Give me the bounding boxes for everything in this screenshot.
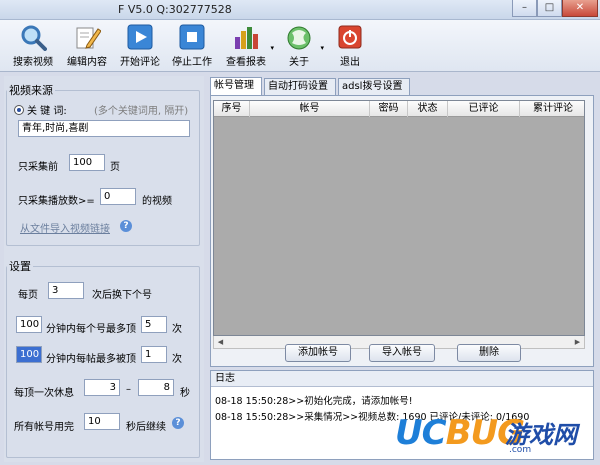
post-limit-unit: 次 [172, 354, 182, 365]
delete-button[interactable]: 删除 [457, 344, 521, 362]
magnifier-icon [19, 23, 47, 51]
tab-adsl-settings[interactable]: adsl拨号设置 [338, 78, 410, 96]
per-page-input[interactable]: 3 [48, 282, 84, 299]
watermark-logo: UCBUG 游戏网 .com [395, 405, 595, 460]
post-minutes-input[interactable]: 100 [16, 346, 42, 363]
col-index[interactable]: 序号 [214, 101, 250, 117]
rest-label: 每顶一次休息 [14, 388, 74, 399]
col-total-comments[interactable]: 累计评论 [520, 101, 586, 117]
post-limit-input[interactable]: 1 [141, 346, 167, 363]
radio-indicator[interactable] [14, 105, 24, 115]
account-limit-unit: 次 [172, 324, 182, 335]
account-minutes-input[interactable]: 100 [16, 316, 42, 333]
collect-pages-input[interactable]: 100 [69, 154, 105, 171]
scroll-left-icon[interactable]: ◀ [215, 337, 226, 348]
about-globe-icon [285, 23, 313, 51]
min-views-unit: 的视频 [142, 196, 172, 207]
account-table[interactable]: 序号 帐号 密码 状态 已评论 累计评论 [213, 100, 585, 336]
stop-icon [178, 23, 206, 51]
rest-dash: – [126, 384, 131, 395]
collect-pages-unit: 页 [110, 162, 120, 173]
exit-button[interactable]: 退出 [330, 22, 370, 70]
play-icon [126, 23, 154, 51]
resume-seconds-input[interactable]: 10 [84, 413, 120, 430]
title-bar: F V5.0 Q:302777528 – □ ✕ [0, 0, 600, 20]
col-account[interactable]: 帐号 [250, 101, 370, 117]
left-panel: 视频来源 关 键 词: (多个关键词用, 隔开) 青年,时尚,喜剧 只采集前 1… [4, 76, 204, 462]
account-limit-input[interactable]: 5 [141, 316, 167, 333]
right-panel: 帐号管理 自动打码设置 adsl拨号设置 序号 帐号 密码 状态 已评论 累计评… [208, 76, 596, 460]
help-icon[interactable]: ? [120, 220, 132, 232]
account-tab-panel: 序号 帐号 密码 状态 已评论 累计评论 ◀ ▶ 添加帐号 导入帐号 删除 [210, 95, 594, 367]
col-commented[interactable]: 已评论 [448, 101, 520, 117]
edit-pencil-icon [73, 23, 102, 51]
report-chart-icon [232, 23, 260, 51]
per-page-label: 每页 [18, 290, 38, 301]
start-comment-button[interactable]: 开始评论 [116, 22, 164, 70]
minimize-button[interactable]: – [512, 0, 537, 17]
per-page-suffix: 次后换下个号 [92, 290, 152, 301]
maximize-button[interactable]: □ [537, 0, 562, 17]
min-views-input[interactable]: 0 [100, 188, 136, 205]
add-account-button[interactable]: 添加帐号 [285, 344, 351, 362]
stop-work-button[interactable]: 停止工作 [168, 22, 216, 70]
window-title: F V5.0 Q:302777528 [118, 3, 232, 16]
import-account-button[interactable]: 导入帐号 [369, 344, 435, 362]
keyword-input[interactable]: 青年,时尚,喜剧 [18, 120, 190, 137]
collect-pages-label: 只采集前 [18, 162, 58, 173]
log-title: 日志 [211, 371, 593, 387]
col-password[interactable]: 密码 [370, 101, 408, 117]
min-views-label: 只采集播放数>= [18, 196, 95, 207]
chevron-down-icon: ▾ [320, 44, 324, 52]
account-limit-label: 分钟内每个号最多顶 [46, 324, 136, 335]
keyword-radio[interactable]: 关 键 词: [14, 102, 67, 117]
import-video-link[interactable]: 从文件导入视频链接 [20, 220, 110, 235]
col-status[interactable]: 状态 [408, 101, 448, 117]
post-limit-label: 分钟内每帖最多被顶 [46, 354, 136, 365]
exit-power-icon [336, 23, 364, 51]
search-video-button[interactable]: 搜索视频 [8, 22, 58, 70]
settings-help-icon[interactable]: ? [172, 417, 184, 429]
chevron-down-icon: ▾ [270, 44, 274, 52]
toolbar: 搜索视频 编辑内容 开始评论 停止工作 查看报表 ▾ 关于 ▾ 退出 [0, 20, 600, 72]
tab-account-management[interactable]: 帐号管理 [210, 77, 262, 97]
scroll-right-icon[interactable]: ▶ [572, 337, 583, 348]
video-source-legend: 视频来源 [9, 84, 53, 97]
table-header: 序号 帐号 密码 状态 已评论 累计评论 [214, 101, 584, 117]
about-button[interactable]: 关于 ▾ [276, 22, 324, 70]
close-button[interactable]: ✕ [562, 0, 598, 17]
resume-label: 所有帐号用完 [14, 422, 74, 433]
watermark-url: .com [509, 445, 532, 455]
log-line: 08-18 15:50:28>>初始化完成，请添加帐号! [215, 396, 413, 407]
keyword-hint: (多个关键词用, 隔开) [94, 106, 189, 117]
settings-legend: 设置 [9, 260, 31, 273]
resume-suffix: 秒后继续 [126, 422, 166, 433]
edit-content-button[interactable]: 编辑内容 [62, 22, 112, 70]
view-report-button[interactable]: 查看报表 ▾ [220, 22, 274, 70]
rest-max-input[interactable]: 8 [138, 379, 174, 396]
rest-min-input[interactable]: 3 [84, 379, 120, 396]
rest-unit: 秒 [180, 388, 190, 399]
tab-captcha-settings[interactable]: 自动打码设置 [264, 78, 336, 96]
